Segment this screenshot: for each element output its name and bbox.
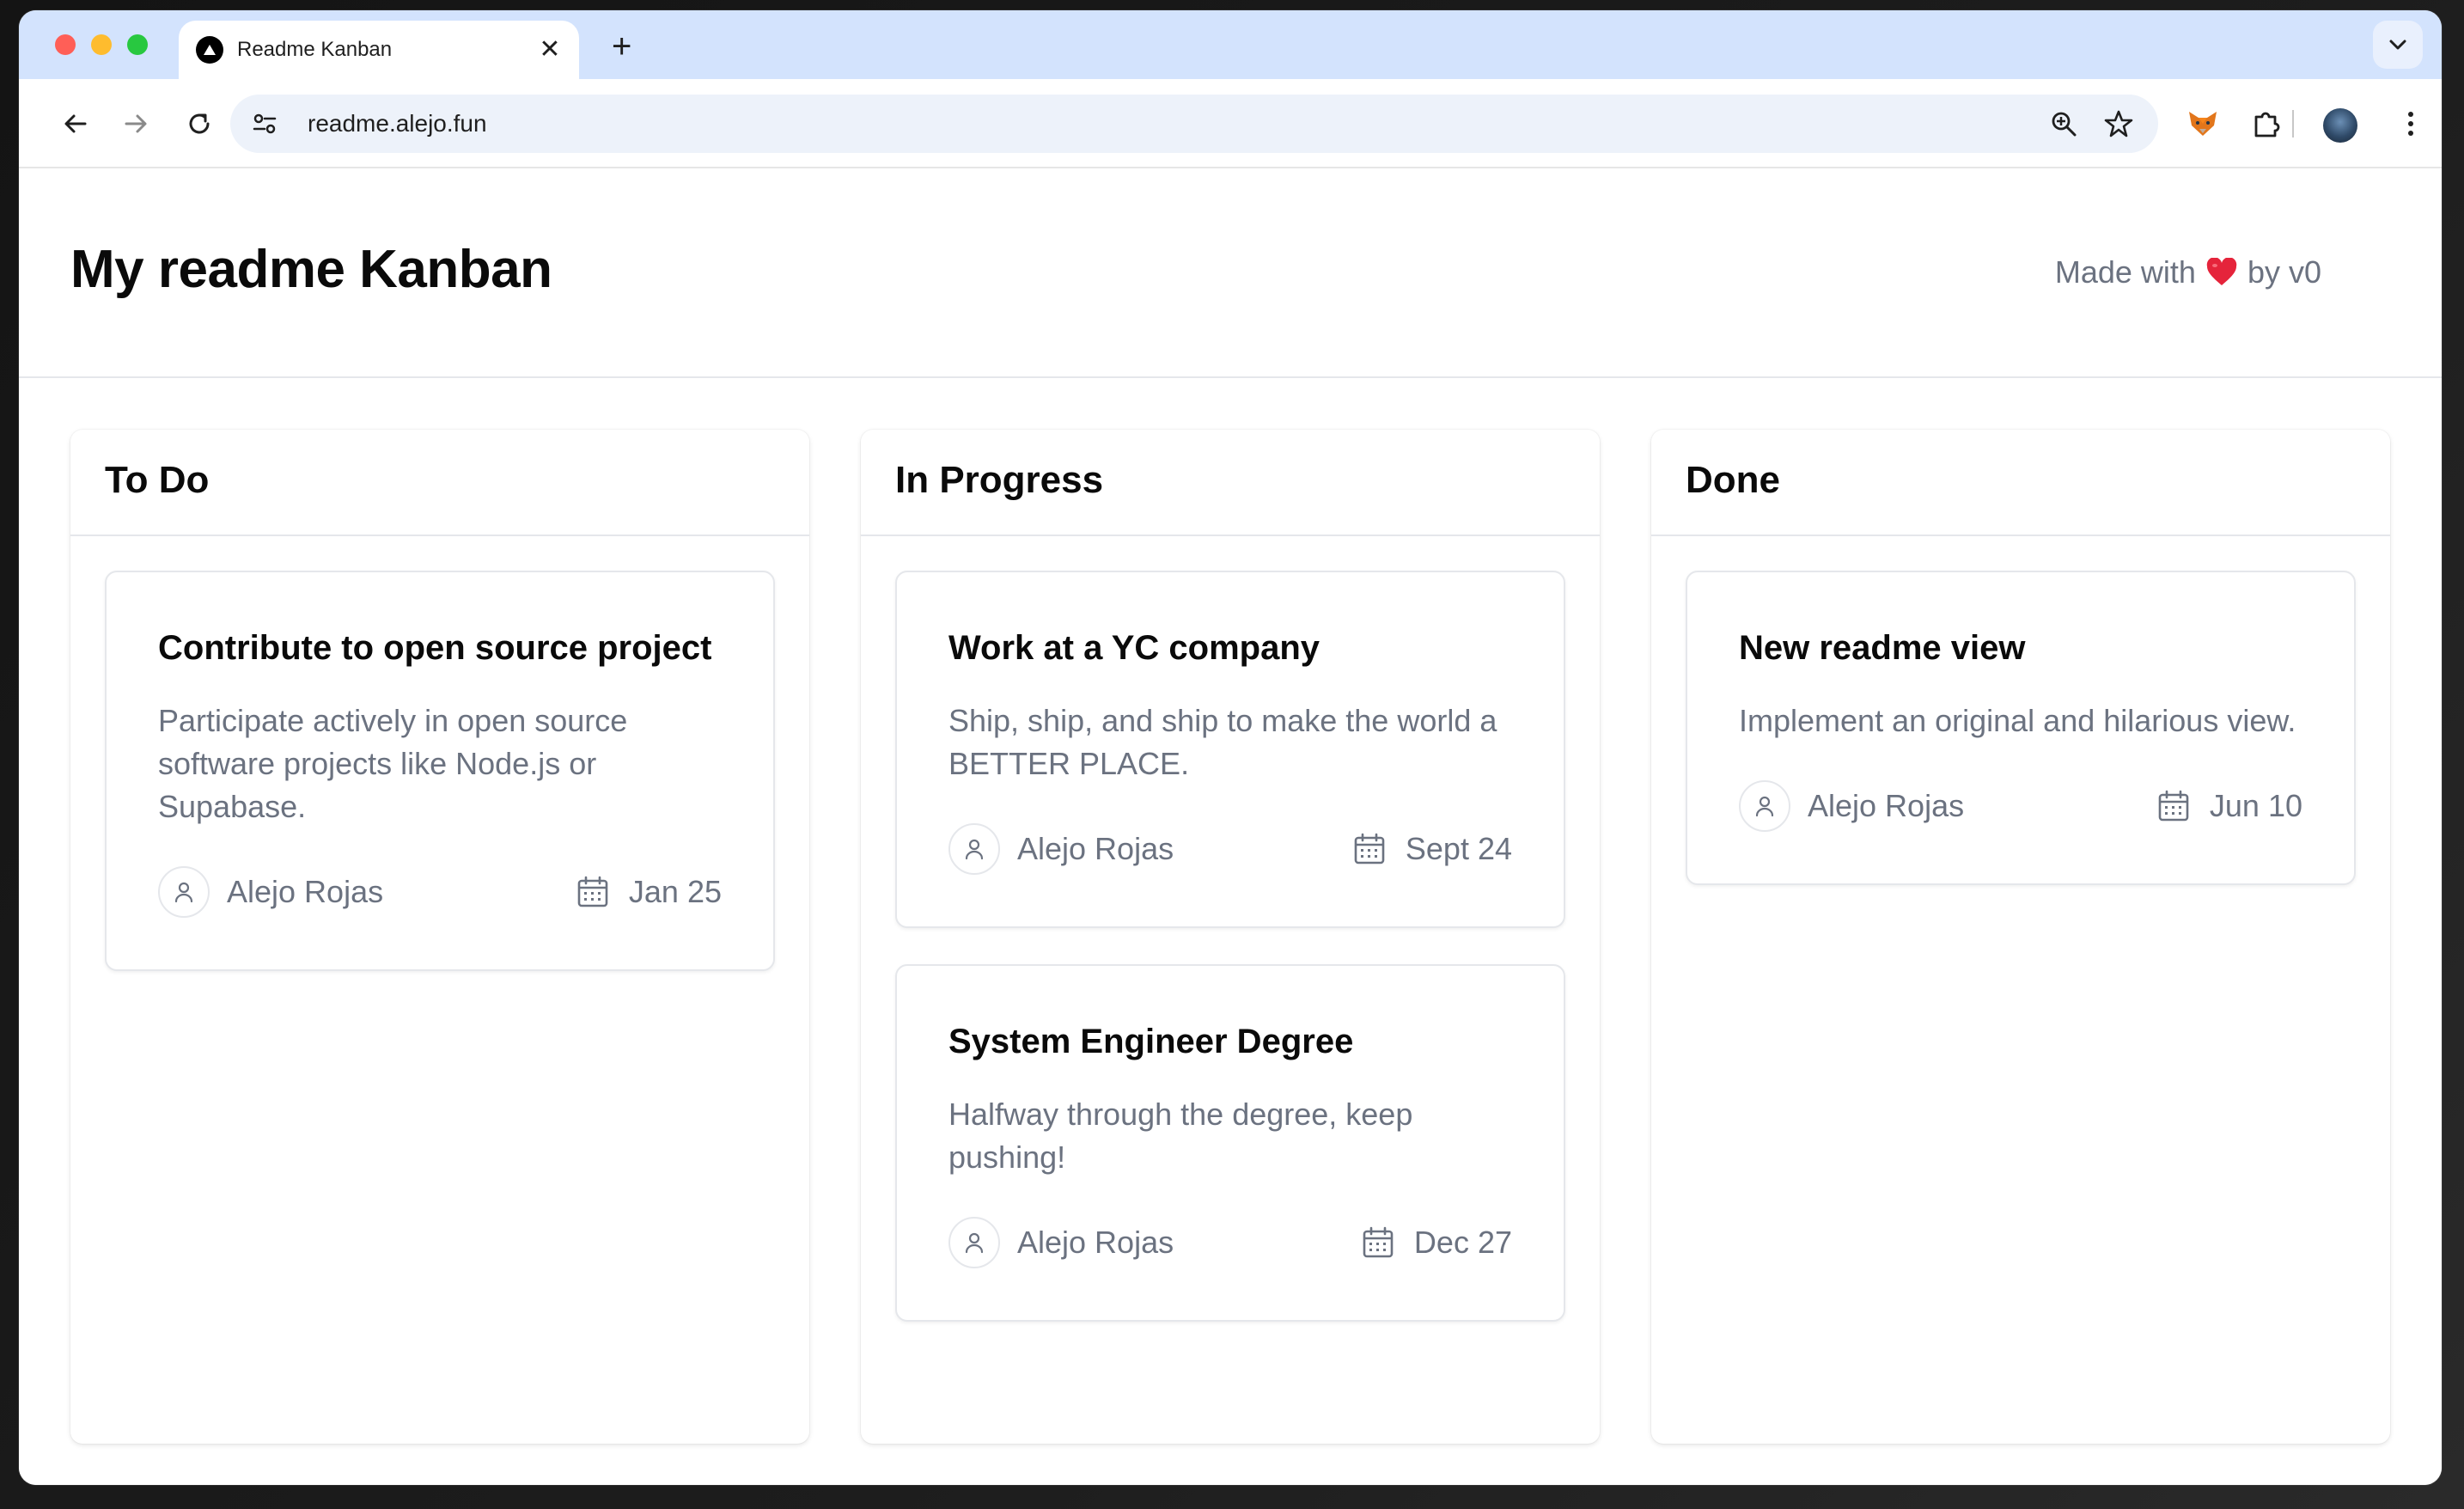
user-icon: [948, 1217, 1000, 1268]
reload-icon: [189, 113, 210, 134]
address-bar[interactable]: readme.alejo.fun: [230, 95, 2158, 153]
column-body: Work at a YC company Ship, ship, and shi…: [861, 536, 1600, 1322]
tab-readme-kanban[interactable]: Readme Kanban ✕: [179, 21, 579, 79]
card-date: Dec 27: [1413, 1225, 1512, 1260]
card-description: Halfway through the degree, keep pushing…: [948, 1097, 1413, 1175]
card-title: System Engineer Degree: [948, 1023, 1354, 1060]
column-in-progress: In Progress Work at a YC company Ship, s…: [861, 430, 1600, 1444]
card-title: New readme view: [1739, 629, 2026, 667]
kanban-card[interactable]: Contribute to open source project Partic…: [105, 571, 775, 971]
minimize-window-button[interactable]: [91, 34, 112, 55]
heart-icon: [2206, 258, 2237, 285]
user-icon: [1739, 780, 1790, 832]
column-body: New readme view Implement an original an…: [1651, 536, 2390, 885]
calendar-icon: [1363, 1226, 1394, 1258]
back-button[interactable]: [57, 105, 95, 143]
user-icon: [948, 823, 1000, 875]
card-description: Participate actively in open source soft…: [158, 703, 628, 824]
kebab-menu-icon: [2408, 112, 2413, 136]
toolbar-separator: [2292, 110, 2294, 137]
window-controls: [55, 34, 148, 55]
calendar-icon: [577, 876, 608, 907]
card-meta: Alejo Rojas: [158, 866, 722, 918]
card-title: Work at a YC company: [948, 629, 1320, 667]
extensions-puzzle-icon[interactable]: [2249, 107, 2284, 141]
chevron-down-icon: [2389, 40, 2406, 50]
forward-button[interactable]: [117, 105, 155, 143]
card-assignee: Alejo Rojas: [1017, 1225, 1174, 1260]
tab-title: Readme Kanban: [237, 38, 393, 61]
arrow-left-icon: [64, 114, 87, 133]
card-date: Jun 10: [2209, 788, 2302, 823]
card-meta: Alejo Rojas: [948, 1217, 1512, 1268]
page-title: My readme Kanban: [70, 240, 552, 299]
kanban-card[interactable]: Work at a YC company Ship, ship, and shi…: [895, 571, 1565, 928]
vercel-favicon-icon: [196, 36, 223, 64]
fox-extension-icon[interactable]: [2186, 107, 2220, 141]
page-content: My readme Kanban Made with by v0 To Do C…: [19, 168, 2442, 1485]
bookmark-star-icon[interactable]: [2103, 108, 2134, 139]
made-with-prefix: Made with: [2054, 254, 2196, 290]
column-title: In Progress: [895, 459, 1104, 501]
maximize-window-button[interactable]: [127, 34, 148, 55]
kanban-card[interactable]: New readme view Implement an original an…: [1686, 571, 2356, 885]
card-assignee: Alejo Rojas: [1808, 788, 1965, 823]
url-text[interactable]: readme.alejo.fun: [308, 110, 487, 137]
site-settings-icon[interactable]: [249, 108, 280, 139]
column-header: To Do: [70, 430, 809, 536]
card-date: Jan 25: [628, 874, 722, 909]
column-to-do: To Do Contribute to open source project …: [70, 430, 809, 1444]
card-assignee: Alejo Rojas: [1017, 831, 1174, 866]
column-body: Contribute to open source project Partic…: [70, 536, 809, 971]
profile-avatar[interactable]: [2323, 108, 2357, 143]
browser-menu-button[interactable]: [2402, 107, 2419, 141]
card-description: Implement an original and hilarious view…: [1739, 703, 2296, 738]
calendar-icon: [1354, 833, 1385, 864]
card-date: Sept 24: [1405, 831, 1512, 866]
kanban-card[interactable]: System Engineer Degree Halfway through t…: [895, 964, 1565, 1322]
user-icon: [158, 866, 210, 918]
made-with-credit: Made with by v0: [2055, 254, 2321, 290]
arrow-right-icon: [125, 114, 147, 133]
card-meta: Alejo Rojas: [948, 823, 1512, 875]
zoom-icon[interactable]: [2048, 108, 2079, 139]
card-title: Contribute to open source project: [158, 629, 712, 667]
browser-window: Readme Kanban ✕ + readme.alejo.fun My re…: [19, 10, 2442, 1485]
close-tab-icon[interactable]: ✕: [536, 36, 564, 64]
browser-toolbar: readme.alejo.fun: [19, 79, 2442, 168]
kanban-board: To Do Contribute to open source project …: [70, 430, 2390, 1444]
column-title: Done: [1686, 459, 1780, 501]
column-title: To Do: [105, 459, 210, 501]
new-tab-button[interactable]: +: [612, 27, 631, 65]
tab-strip: Readme Kanban ✕ +: [19, 10, 2442, 79]
made-with-suffix: by v0: [2247, 254, 2321, 290]
calendar-icon: [2158, 790, 2189, 822]
tab-search-button[interactable]: [2373, 21, 2423, 69]
column-header: Done: [1651, 430, 2390, 536]
card-description: Ship, ship, and ship to make the world a…: [948, 703, 1497, 781]
card-assignee: Alejo Rojas: [227, 874, 384, 909]
close-window-button[interactable]: [55, 34, 76, 55]
card-meta: Alejo Rojas: [1739, 780, 2302, 832]
column-header: In Progress: [861, 430, 1600, 536]
page-header: My readme Kanban Made with by v0: [19, 168, 2442, 378]
column-done: Done New readme view Implement an origin…: [1651, 430, 2390, 1444]
reload-button[interactable]: [180, 105, 218, 143]
